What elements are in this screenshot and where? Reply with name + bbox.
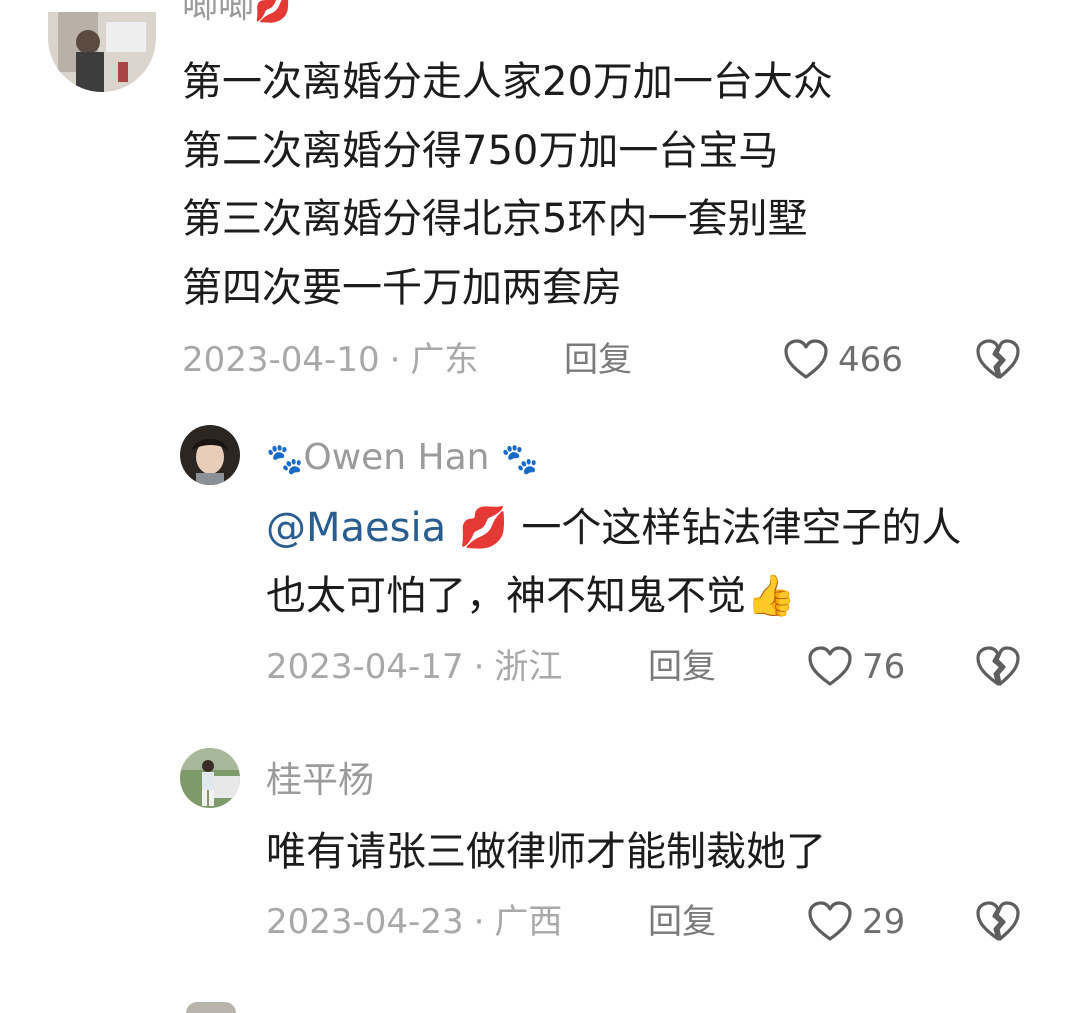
paw-prints-emoji: 🐾: [500, 442, 539, 477]
heart-outline-icon: [808, 646, 852, 686]
comment-location: 浙江: [494, 647, 563, 687]
comment-text-line: 第一次离婚分走人家20万加一台大众: [182, 59, 833, 105]
comment-meta: 2023-04-23 · 广西: [266, 900, 562, 944]
separator-dot: ·: [473, 902, 485, 942]
like-button[interactable]: 466: [782, 336, 903, 384]
comment-author[interactable]: 桂平杨: [266, 759, 374, 803]
like-button[interactable]: 76: [806, 643, 905, 691]
comment-meta: 2023-04-17 · 浙江: [266, 645, 562, 689]
heart-outline-icon: [784, 339, 828, 379]
separator-dot: ·: [389, 340, 401, 380]
comment-date: 2023-04-17: [266, 647, 464, 687]
mention-link[interactable]: @Maesia: [266, 505, 446, 551]
comment-text-line: 唯有请张三做律师才能制裁她了: [266, 829, 826, 875]
lips-emoji: 💋: [458, 505, 509, 551]
comment-location: 广东: [410, 340, 479, 380]
avatar[interactable]: [48, 12, 156, 92]
broken-heart-icon[interactable]: [974, 336, 1022, 384]
reply-button[interactable]: 回复: [564, 338, 632, 382]
heart-outline-icon: [808, 901, 852, 941]
comment-meta: 2023-04-10 · 广东: [182, 338, 478, 382]
comment-text-line: 第三次离婚分得北京5环内一套别墅: [182, 196, 808, 242]
thumbs-up-emoji: 👍: [746, 573, 796, 619]
comment-text-line: 第二次离婚分得750万加一台宝马: [182, 128, 779, 174]
comment-location: 广西: [494, 902, 563, 942]
broken-heart-icon[interactable]: [974, 643, 1022, 691]
comment-date: 2023-04-10: [182, 340, 380, 380]
avatar[interactable]: [180, 425, 240, 485]
reply-button[interactable]: 回复: [648, 900, 716, 944]
like-count: 76: [862, 647, 906, 687]
avatar[interactable]: [180, 748, 240, 808]
comment-text-line: 第四次要一千万加两套房: [182, 265, 622, 311]
comment-text-line: 也太可怕了，神不知鬼不觉👍: [266, 573, 796, 619]
comment-text-line: @Maesia 💋 一个这样钻法律空子的人: [266, 505, 962, 551]
lips-emoji: 💋: [254, 0, 292, 25]
like-button[interactable]: 29: [806, 898, 905, 946]
like-count: 29: [862, 902, 906, 942]
comment-author[interactable]: 🐾Owen Han 🐾: [266, 436, 538, 482]
paw-prints-emoji: 🐾: [266, 442, 304, 477]
avatar[interactable]: [186, 1002, 236, 1013]
reply-button[interactable]: 回复: [648, 645, 716, 689]
like-count: 466: [838, 340, 903, 380]
separator-dot: ·: [473, 647, 485, 687]
comment-author[interactable]: 唧唧💋: [182, 0, 291, 30]
broken-heart-icon[interactable]: [974, 898, 1022, 946]
comment-date: 2023-04-23: [266, 902, 464, 942]
